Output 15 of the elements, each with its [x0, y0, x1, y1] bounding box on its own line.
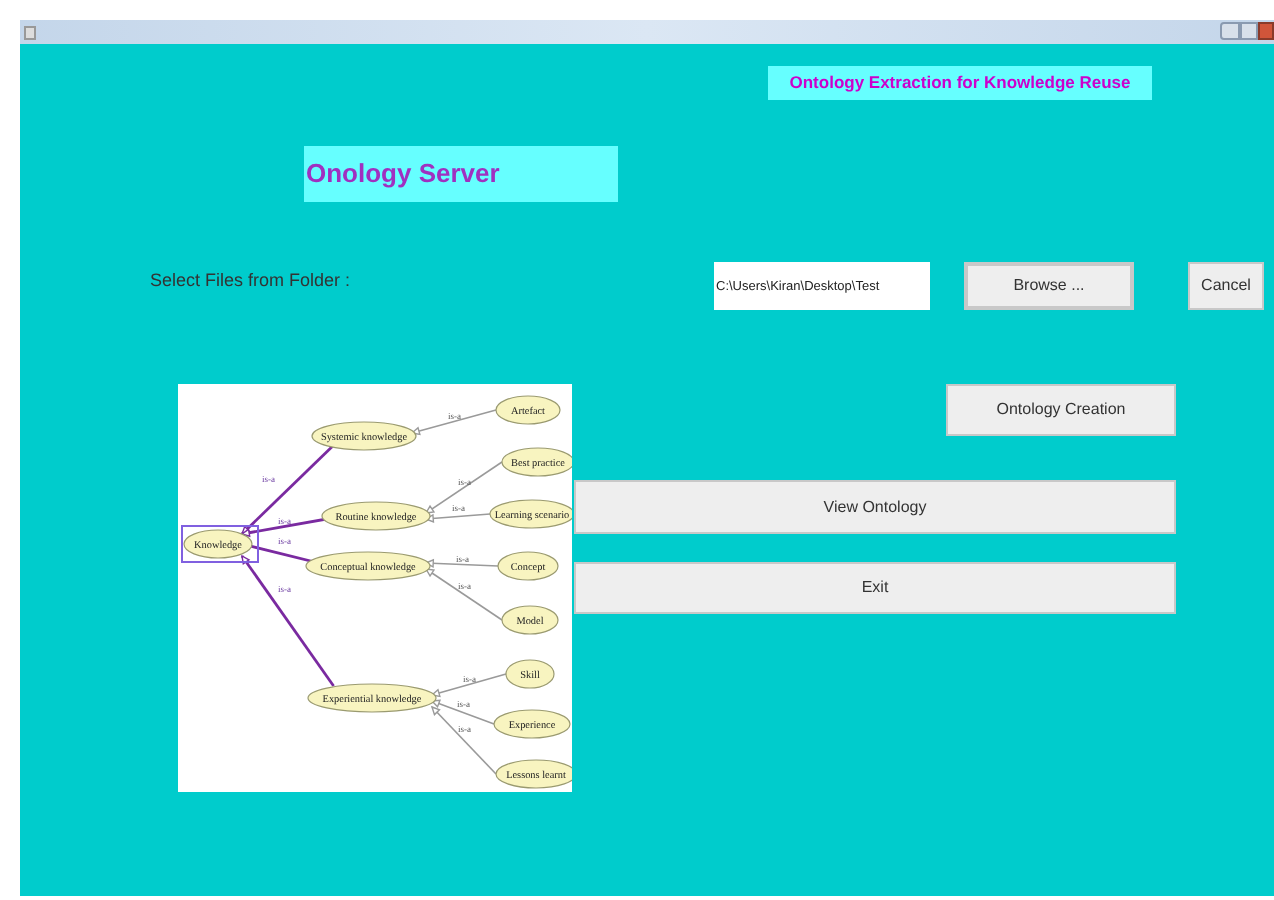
close-icon[interactable] — [1258, 22, 1274, 40]
cancel-button[interactable]: Cancel — [1188, 262, 1264, 310]
ontology-creation-button[interactable]: Ontology Creation — [946, 384, 1176, 436]
selection-box — [181, 525, 259, 563]
server-title: Onology Server — [304, 146, 618, 202]
maximize-icon[interactable] — [1240, 22, 1258, 40]
arrow — [410, 409, 497, 436]
app-icon — [24, 25, 36, 39]
exit-button[interactable]: Exit — [574, 562, 1176, 614]
view-ontology-button[interactable]: View Ontology — [574, 480, 1176, 534]
header-title: Ontology Extraction for Knowledge Reuse — [768, 66, 1152, 100]
browse-button[interactable]: Browse ... — [964, 262, 1134, 310]
folder-label: Select Files from Folder : — [150, 268, 353, 294]
minimize-icon[interactable] — [1220, 22, 1240, 40]
arrow — [430, 673, 507, 698]
